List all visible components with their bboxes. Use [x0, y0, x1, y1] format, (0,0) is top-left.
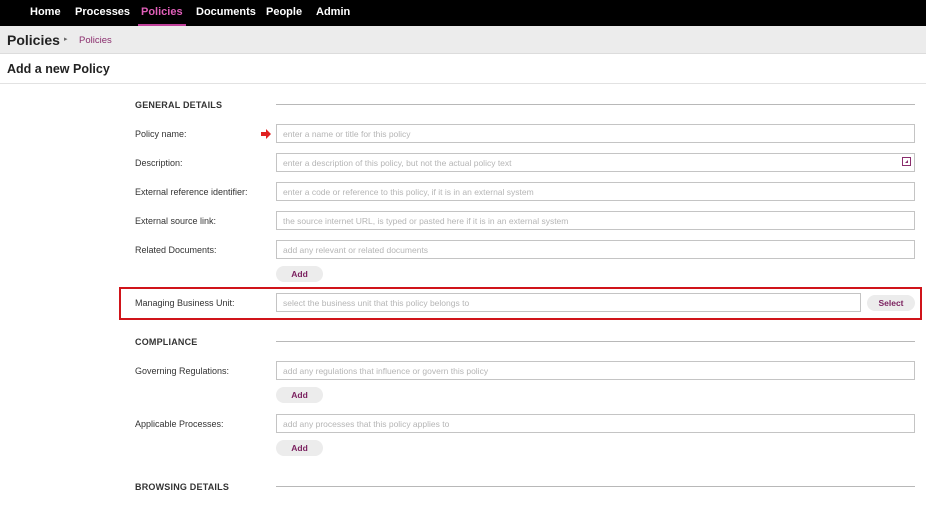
description-label: Description:: [135, 158, 183, 168]
nav-policies[interactable]: Policies: [138, 0, 186, 26]
section-divider: [276, 486, 915, 487]
policy-name-label: Policy name:: [135, 129, 187, 139]
form-title: Add a new Policy: [7, 62, 110, 76]
top-nav: Home Processes Policies Documents People…: [0, 0, 926, 26]
add-regulation-button[interactable]: Add: [276, 387, 323, 403]
breadcrumb-policies[interactable]: Policies: [79, 35, 112, 46]
page-title: Policies: [7, 32, 60, 48]
nav-processes[interactable]: Processes: [75, 0, 130, 26]
related-docs-label: Related Documents:: [135, 245, 217, 255]
add-related-doc-button[interactable]: Add: [276, 266, 323, 282]
nav-people[interactable]: People: [266, 0, 302, 26]
regulations-label: Governing Regulations:: [135, 366, 230, 376]
expand-icon[interactable]: [902, 157, 911, 166]
business-unit-input[interactable]: [276, 293, 861, 312]
external-link-input[interactable]: [276, 211, 915, 230]
nav-documents[interactable]: Documents: [196, 0, 256, 26]
external-link-label: External source link:: [135, 216, 217, 226]
section-browsing-title: BROWSING DETAILS: [135, 482, 230, 492]
processes-label: Applicable Processes:: [135, 419, 224, 429]
breadcrumb-chevron-icon: ▸: [64, 36, 68, 43]
external-ref-label: External reference identifier:: [135, 187, 248, 197]
processes-input[interactable]: [276, 414, 915, 433]
title-bar: Policies ▸ Policies: [0, 26, 926, 54]
description-input[interactable]: [276, 153, 915, 172]
section-divider: [276, 341, 915, 342]
right-arrow-icon: [261, 129, 271, 139]
add-process-button[interactable]: Add: [276, 440, 323, 456]
regulations-input[interactable]: [276, 361, 915, 380]
related-docs-input[interactable]: [276, 240, 915, 259]
section-compliance-title: COMPLIANCE: [135, 337, 198, 347]
nav-admin[interactable]: Admin: [316, 0, 350, 26]
section-general-title: GENERAL DETAILS: [135, 100, 223, 110]
business-unit-label: Managing Business Unit:: [135, 298, 235, 308]
policy-name-input[interactable]: [276, 124, 915, 143]
nav-home[interactable]: Home: [30, 0, 61, 26]
subheader: Add a new Policy: [0, 54, 926, 84]
select-business-unit-button[interactable]: Select: [867, 295, 915, 311]
section-divider: [276, 104, 915, 105]
external-ref-input[interactable]: [276, 182, 915, 201]
